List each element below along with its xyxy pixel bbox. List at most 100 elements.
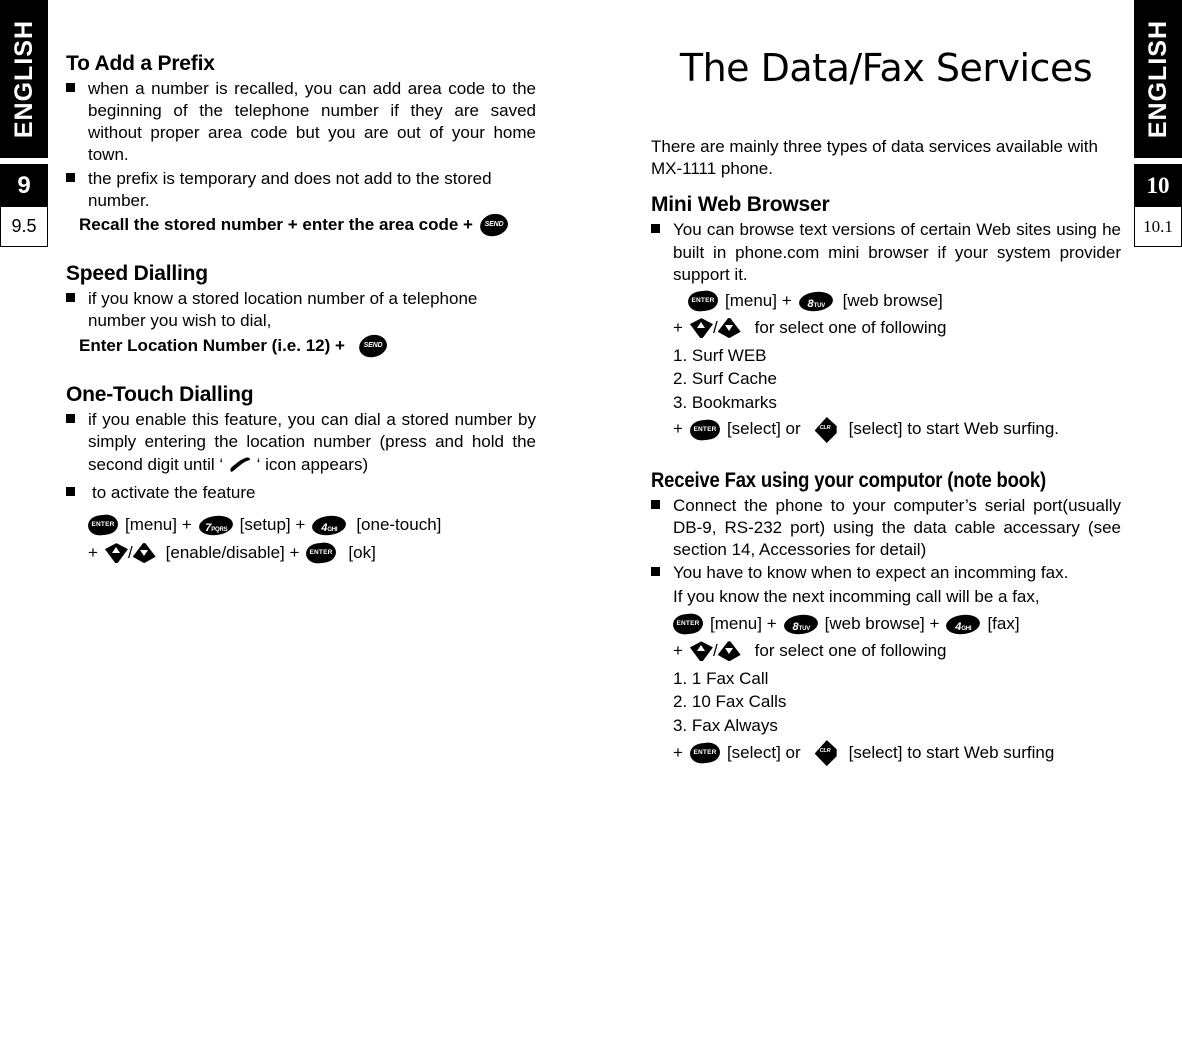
scroll-down-key-icon[interactable]: [132, 543, 156, 564]
select-hint-label: for select one of following: [754, 640, 947, 660]
clear-key-icon[interactable]: CLR: [813, 416, 839, 443]
digit-key-7-letters: PQRS: [210, 526, 228, 533]
fax-option-3[interactable]: 3. Fax Always: [651, 714, 1121, 737]
left-language-label: ENGLISH: [9, 19, 38, 139]
list-item-text: to activate the feature: [92, 482, 256, 502]
browser-key-sequence-line-3: + ENTER [select] or CLR [select] to star…: [651, 416, 1121, 443]
send-key-label: SEND: [363, 342, 383, 350]
digit-key-4-icon[interactable]: 4GHI: [311, 513, 348, 537]
list-item-text: if you know a stored location number of …: [88, 288, 478, 331]
enter-key-label: ENTER: [693, 749, 717, 757]
list-item: when a number is recalled, you can add a…: [66, 78, 536, 166]
enter-key-icon[interactable]: ENTER: [687, 289, 719, 313]
list-item: You have to know when to expect an incom…: [651, 562, 1121, 584]
digit-key-7-icon[interactable]: 7PQRS: [197, 513, 234, 537]
enter-key-label: ENTER: [676, 620, 700, 628]
fax-key-sequence-line-3: + ENTER [select] or CLR [select] to star…: [651, 740, 1121, 767]
digit-key-4-icon[interactable]: 4GHI: [945, 612, 982, 636]
right-side-tab: ENGLISH 10 10.1: [1134, 0, 1182, 247]
section-to-add-a-prefix: To Add a Prefix when a number is recalle…: [66, 52, 536, 238]
list-item-text: You can browse text versions of certain …: [673, 220, 1121, 284]
square-bullet-icon: [66, 172, 75, 182]
enter-key-icon[interactable]: ENTER: [305, 541, 338, 565]
fax-option-2[interactable]: 2. 10 Fax Calls: [651, 690, 1121, 713]
plus-symbol: +: [673, 317, 683, 337]
plus-symbol: +: [673, 640, 683, 660]
digit-key-4-letters: GHI: [327, 526, 338, 533]
browser-option-3[interactable]: 3. Bookmarks: [651, 391, 1121, 414]
right-content-column: The Data/Fax Services There are mainly t…: [651, 47, 1121, 767]
menu-label: [menu] +: [725, 290, 792, 310]
enter-key-icon[interactable]: ENTER: [688, 741, 721, 765]
enable-disable-label: [enable/disable] +: [165, 542, 300, 562]
heading-to-add-a-prefix: To Add a Prefix: [66, 52, 215, 75]
heading-receive-fax: Receive Fax using your computor (note bo…: [651, 468, 1046, 492]
heading-one-touch-dialling: One-Touch Dialling: [66, 383, 254, 407]
left-content-column: To Add a Prefix when a number is recalle…: [66, 52, 536, 565]
list-item: if you enable this feature, you can dial…: [66, 409, 536, 475]
clear-key-label: CLR: [819, 424, 831, 431]
browser-option-1[interactable]: 1. Surf WEB: [651, 344, 1121, 367]
send-key-label: SEND: [484, 220, 504, 228]
square-bullet-icon: [651, 567, 660, 577]
phone-handset-icon: [228, 457, 252, 472]
heading-speed-dialling: Speed Dialling: [66, 261, 208, 285]
browser-bullet-list: You can browse text versions of certain …: [651, 219, 1121, 285]
digit-key-8-icon[interactable]: 8TUV: [797, 289, 834, 313]
start-web-surfing-label: [select] to start Web surfing: [848, 742, 1055, 762]
digit-key-8-icon[interactable]: 8TUV: [782, 612, 819, 636]
browser-option-2[interactable]: 2. Surf Cache: [651, 367, 1121, 390]
list-item-text: the prefix is temporary and does not add…: [88, 168, 492, 210]
fax-option-1[interactable]: 1. 1 Fax Call: [651, 667, 1121, 690]
list-item-text: Connect the phone to your computer’s ser…: [673, 496, 1121, 560]
menu-label: [menu] +: [125, 514, 192, 534]
select-or-label: [select] or: [726, 742, 801, 762]
list-item: You can browse text versions of certain …: [651, 219, 1121, 285]
list-item: to activate the feature: [66, 482, 536, 504]
section-mini-web-browser: Mini Web Browser You can browse text ver…: [651, 193, 1121, 443]
speed-command-text: Enter Location Number (i.e. 12) +: [79, 336, 345, 356]
onetouch-key-sequence-line-2: + / [enable/disable] + ENTER [ok]: [66, 541, 536, 565]
scroll-down-key-icon[interactable]: [717, 641, 741, 662]
section-speed-dialling: Speed Dialling if you know a stored loca…: [66, 261, 536, 360]
prefix-bullet-list: when a number is recalled, you can add a…: [66, 78, 536, 212]
left-side-tab: ENGLISH 9 9.5: [0, 0, 48, 247]
scroll-up-key-icon[interactable]: [104, 543, 128, 564]
onetouch-bullet-list: if you enable this feature, you can dial…: [66, 409, 536, 503]
clear-key-icon[interactable]: CLR: [813, 740, 839, 767]
scroll-down-key-icon[interactable]: [717, 318, 741, 339]
list-item-text: You have to know when to expect an incom…: [673, 563, 1069, 583]
digit-key-4-letters: GHI: [961, 625, 972, 632]
section-receive-fax: Receive Fax using your computor (note bo…: [651, 468, 1121, 767]
start-web-surfing-label: [select] to start Web surfing.: [848, 419, 1060, 439]
right-language-tab: ENGLISH: [1134, 0, 1182, 158]
list-item-text-cont: ‘ icon appears): [256, 454, 369, 474]
section-one-touch-dialling: One-Touch Dialling if you enable this fe…: [66, 383, 536, 565]
square-bullet-icon: [66, 83, 75, 93]
prefix-command-line: Recall the stored number + enter the are…: [66, 211, 536, 238]
enter-key-icon[interactable]: ENTER: [688, 418, 721, 442]
square-bullet-icon: [66, 414, 75, 424]
digit-key-7-number: 7: [204, 521, 211, 534]
prefix-command-text: Recall the stored number + enter the are…: [79, 214, 473, 234]
enter-key-label: ENTER: [91, 521, 115, 529]
enter-key-icon[interactable]: ENTER: [87, 513, 119, 537]
scroll-up-key-icon[interactable]: [689, 318, 713, 339]
select-hint-label: for select one of following: [754, 317, 947, 337]
square-bullet-icon: [66, 292, 75, 302]
enter-key-label: ENTER: [693, 425, 717, 433]
square-bullet-icon: [66, 486, 75, 496]
send-key-icon[interactable]: SEND: [357, 333, 389, 360]
ok-label: [ok]: [348, 542, 376, 562]
right-section-number: 10.1: [1134, 207, 1182, 247]
scroll-up-key-icon[interactable]: [689, 641, 713, 662]
enter-key-icon[interactable]: ENTER: [672, 612, 704, 636]
list-item: Connect the phone to your computer’s ser…: [651, 495, 1121, 561]
speed-bullet-list: if you know a stored location number of …: [66, 288, 536, 332]
left-section-number: 9.5: [0, 207, 48, 247]
send-key-icon[interactable]: SEND: [478, 211, 510, 238]
right-chapter-number: 10: [1134, 164, 1182, 207]
enter-key-label: ENTER: [691, 297, 715, 305]
fax-key-sequence-line-2: + / for select one of following: [651, 640, 1121, 663]
digit-key-8-letters: TUV: [813, 302, 825, 309]
